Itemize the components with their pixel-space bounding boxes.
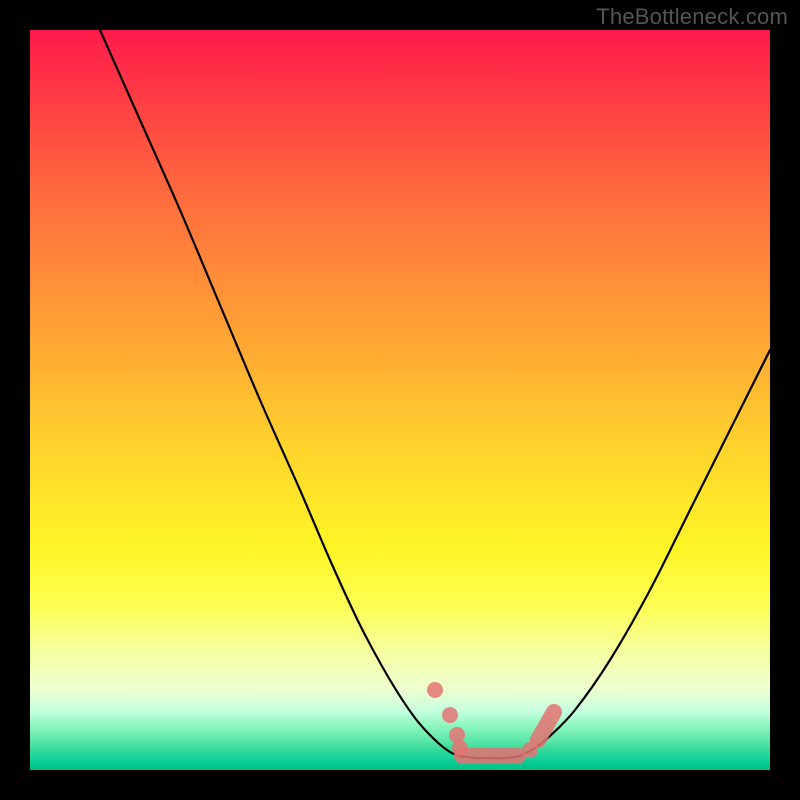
bottleneck-curve (30, 30, 770, 770)
chart-plot-area (30, 30, 770, 770)
curve-marker-dot (442, 707, 458, 723)
watermark-text: TheBottleneck.com (596, 4, 788, 30)
curve-marker-dot (522, 742, 538, 758)
curve-marker-dot (427, 682, 443, 698)
curve-path (100, 30, 770, 758)
marker-group (427, 682, 554, 758)
